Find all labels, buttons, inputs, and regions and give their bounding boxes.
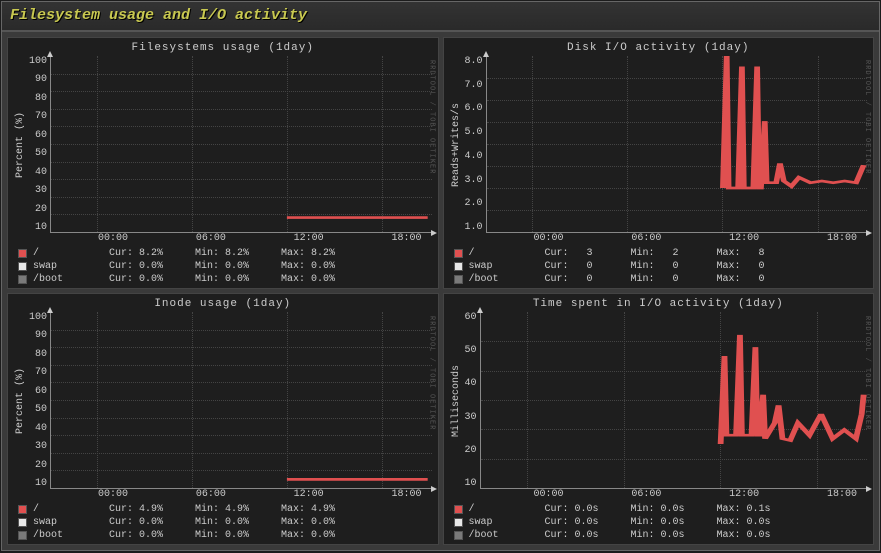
legend-row-boot: /boot Cur: 0.0% Min: 0.0% Max: 0.0% <box>18 529 432 542</box>
legend-row-boot: /boot Cur: 0 Min: 0 Max: 0 <box>454 273 868 286</box>
legend-row-root: / Cur: 4.9% Min: 4.9% Max: 4.9% <box>18 503 432 516</box>
chart-title: Inode usage (1day) <box>14 298 432 310</box>
y-ticks: 8.0 7.0 6.0 5.0 4.0 3.0 2.0 1.0 <box>463 56 486 233</box>
data-line-root <box>487 56 867 232</box>
panel-disk-io: RRDTOOL / TOBI OETIKER Disk I/O activity… <box>443 37 875 289</box>
y-ticks: 100 90 80 70 60 50 40 30 20 10 <box>27 312 50 489</box>
swatch-gray-icon <box>454 275 463 284</box>
legend: / Cur: 4.9% Min: 4.9% Max: 4.9% swap Cur… <box>14 503 432 542</box>
y-axis-label: Reads+Writes/s <box>450 56 463 233</box>
chart-title: Disk I/O activity (1day) <box>450 42 868 54</box>
swatch-white-icon <box>454 262 463 271</box>
y-ticks: 60 50 40 30 20 10 <box>463 312 480 489</box>
legend-row-root: / Cur: 8.2% Min: 8.2% Max: 8.2% <box>18 247 432 260</box>
plot-area <box>486 56 867 233</box>
legend-row-swap: swap Cur: 0 Min: 0 Max: 0 <box>454 260 868 273</box>
y-ticks: 100 90 80 70 60 50 40 30 20 10 <box>27 56 50 233</box>
data-line-root <box>51 312 431 488</box>
swatch-gray-icon <box>18 531 27 540</box>
legend-row-swap: swap Cur: 0.0% Min: 0.0% Max: 0.0% <box>18 260 432 273</box>
chart-grid: RRDTOOL / TOBI OETIKER Filesystems usage… <box>2 32 879 550</box>
y-axis-label: Percent (%) <box>14 312 27 489</box>
y-axis-label: Percent (%) <box>14 56 27 233</box>
legend-row-boot: /boot Cur: 0.0% Min: 0.0% Max: 0.0% <box>18 273 432 286</box>
y-axis-label: Milliseconds <box>450 312 463 489</box>
legend: / Cur: 3 Min: 2 Max: 8 swap Cur: 0 Min: … <box>450 247 868 286</box>
plot-area <box>50 312 431 489</box>
legend: / Cur: 8.2% Min: 8.2% Max: 8.2% swap Cur… <box>14 247 432 286</box>
panel-fs-usage: RRDTOOL / TOBI OETIKER Filesystems usage… <box>7 37 439 289</box>
swatch-red-icon <box>454 249 463 258</box>
x-ticks: 00:00 06:00 12:00 18:00 <box>494 233 868 244</box>
legend-row-swap: swap Cur: 0.0% Min: 0.0% Max: 0.0% <box>18 516 432 529</box>
swatch-gray-icon <box>454 531 463 540</box>
window: Filesystem usage and I/O activity RRDTOO… <box>1 1 880 551</box>
swatch-red-icon <box>18 505 27 514</box>
x-ticks: 00:00 06:00 12:00 18:00 <box>58 489 432 500</box>
panel-inode-usage: RRDTOOL / TOBI OETIKER Inode usage (1day… <box>7 293 439 545</box>
swatch-gray-icon <box>18 275 27 284</box>
legend-row-root: / Cur: 0.0s Min: 0.0s Max: 0.1s <box>454 503 868 516</box>
x-ticks: 00:00 06:00 12:00 18:00 <box>494 489 868 500</box>
swatch-white-icon <box>18 262 27 271</box>
legend-row-boot: /boot Cur: 0.0s Min: 0.0s Max: 0.0s <box>454 529 868 542</box>
swatch-white-icon <box>18 518 27 527</box>
legend: / Cur: 0.0s Min: 0.0s Max: 0.1s swap Cur… <box>450 503 868 542</box>
chart-title: Filesystems usage (1day) <box>14 42 432 54</box>
swatch-red-icon <box>18 249 27 258</box>
legend-row-root: / Cur: 3 Min: 2 Max: 8 <box>454 247 868 260</box>
panel-io-time: RRDTOOL / TOBI OETIKER Time spent in I/O… <box>443 293 875 545</box>
plot-area <box>50 56 431 233</box>
chart-title: Time spent in I/O activity (1day) <box>450 298 868 310</box>
swatch-red-icon <box>454 505 463 514</box>
legend-row-swap: swap Cur: 0.0s Min: 0.0s Max: 0.0s <box>454 516 868 529</box>
data-line-root <box>481 312 867 488</box>
data-line-root <box>51 56 431 232</box>
x-ticks: 00:00 06:00 12:00 18:00 <box>58 233 432 244</box>
window-title: Filesystem usage and I/O activity <box>2 2 879 32</box>
swatch-white-icon <box>454 518 463 527</box>
plot-area <box>480 312 867 489</box>
